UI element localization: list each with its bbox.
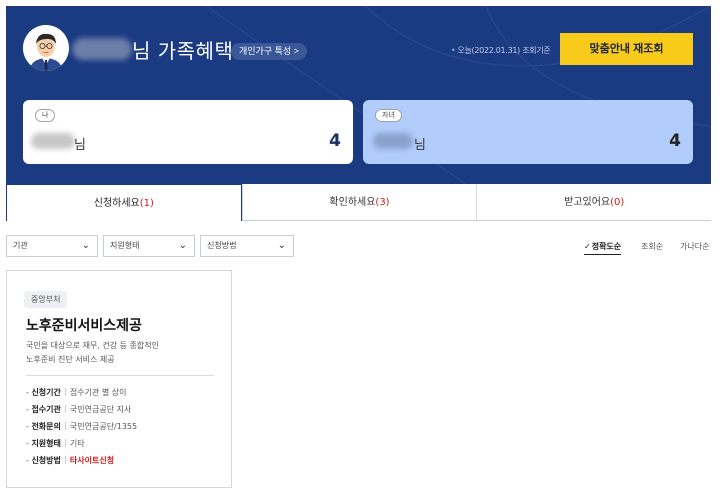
person-icon (23, 25, 69, 71)
family-benefit-banner: 님 가족혜택 개인가구 특성 > • 오늘(2022.01.31) 조회기준 맞춤… (6, 6, 711, 184)
chevron-down-icon: ⌄ (277, 240, 286, 251)
query-date-text: 오늘(2022.01.31) 조회기준 (457, 46, 551, 55)
filter-apply-method-select[interactable]: 신청방법 ⌄ (200, 235, 294, 257)
check-icon: ✓ (584, 242, 591, 251)
tab-count: (3) (375, 197, 390, 208)
info-row-apply-method: - 신청방법 타사이트신청 (26, 456, 115, 465)
tab-apply[interactable]: 신청하세요(1) (6, 184, 242, 221)
benefit-name: 노후준비서비스제공 (26, 318, 142, 334)
tab-count: (1) (139, 198, 154, 209)
description-line: 노후준비 진단 서비스 제공 (26, 355, 115, 364)
description-line: 국민을 대상으로 재무, 건강 등 종합적인 (26, 341, 160, 350)
query-date-note: • 오늘(2022.01.31) 조회기준 (451, 45, 551, 56)
filter-agency-select[interactable]: 기관 ⌄ (6, 235, 98, 257)
benefit-count: 4 (329, 131, 341, 151)
info-label: 전화문의 (31, 422, 61, 431)
separator (64, 422, 66, 430)
info-row-period: - 신청기간 접수기관 별 상이 (26, 388, 127, 397)
benefit-description: 국민을 대상으로 재무, 건강 등 종합적인 노후준비 진단 서비스 제공 (26, 339, 216, 367)
select-label: 지원형태 (110, 241, 140, 250)
household-trait-button[interactable]: 개인가구 특성 > (231, 43, 307, 60)
info-label: 지원형태 (31, 439, 61, 448)
external-site-link[interactable]: 타사이트신청 (70, 456, 114, 465)
chevron-down-icon: ⌄ (178, 240, 187, 251)
sort-label: 정확도순 (591, 242, 622, 251)
select-label: 신청방법 (207, 241, 237, 250)
benefit-card[interactable]: 중앙부처 노후준비서비스제공 국민을 대상으로 재무, 건강 등 종합적인 노후… (6, 270, 232, 488)
tab-receiving[interactable]: 받고있어요(0) (476, 184, 712, 221)
family-card-self[interactable]: 나 님 4 (23, 100, 353, 164)
member-tag: 나 (35, 109, 56, 122)
info-label: 신청기간 (31, 388, 61, 397)
member-suffix: 님 (74, 138, 86, 153)
user-avatar (23, 25, 69, 71)
separator (64, 439, 66, 447)
tab-label: 받고있어요 (564, 197, 611, 208)
select-label: 기관 (13, 241, 28, 250)
sort-views[interactable]: 조회순 (641, 241, 663, 252)
masked-user-name (72, 38, 132, 60)
sort-accuracy[interactable]: ✓정확도순 (584, 241, 622, 255)
requery-button[interactable]: 맞춤안내 재조회 (560, 33, 693, 65)
tab-label: 신청하세요 (93, 198, 140, 209)
filter-support-type-select[interactable]: 지원형태 ⌄ (103, 235, 195, 257)
divider (26, 375, 214, 376)
member-tag: 자녀 (375, 109, 402, 122)
info-value: 기타 (69, 439, 85, 448)
info-value: 국민연금공단 지사 (69, 405, 132, 414)
info-value: 국민연금공단/1355 (69, 422, 138, 431)
masked-member-name (31, 133, 75, 149)
info-label: 접수기관 (31, 405, 61, 414)
info-value: 접수기관 별 상이 (69, 388, 127, 397)
separator (64, 456, 66, 464)
info-row-phone: - 전화문의 국민연금공단/1355 (26, 422, 138, 431)
benefit-count: 4 (669, 131, 681, 151)
member-suffix: 님 (414, 138, 426, 153)
info-row-agency: - 접수기관 국민연금공단 지사 (26, 405, 132, 414)
family-card-child[interactable]: 자녀 님 4 (363, 100, 693, 164)
benefit-tabs: 신청하세요(1) 확인하세요(3) 받고있어요(0) (6, 184, 712, 221)
info-label: 신청방법 (31, 456, 61, 465)
tab-check[interactable]: 확인하세요(3) (241, 184, 477, 221)
tab-count: (0) (610, 197, 625, 208)
info-row-support-type: - 지원형태 기타 (26, 439, 85, 448)
page-title: 님 가족혜택 (132, 39, 234, 63)
masked-member-name (373, 133, 413, 149)
agency-badge: 중앙부처 (24, 291, 68, 308)
sort-alphabetical[interactable]: 가나다순 (680, 241, 709, 252)
bullet-icon: • (451, 46, 456, 55)
separator (64, 388, 66, 396)
chevron-down-icon: ⌄ (81, 240, 90, 251)
tab-label: 확인하세요 (329, 197, 376, 208)
separator (64, 405, 66, 413)
